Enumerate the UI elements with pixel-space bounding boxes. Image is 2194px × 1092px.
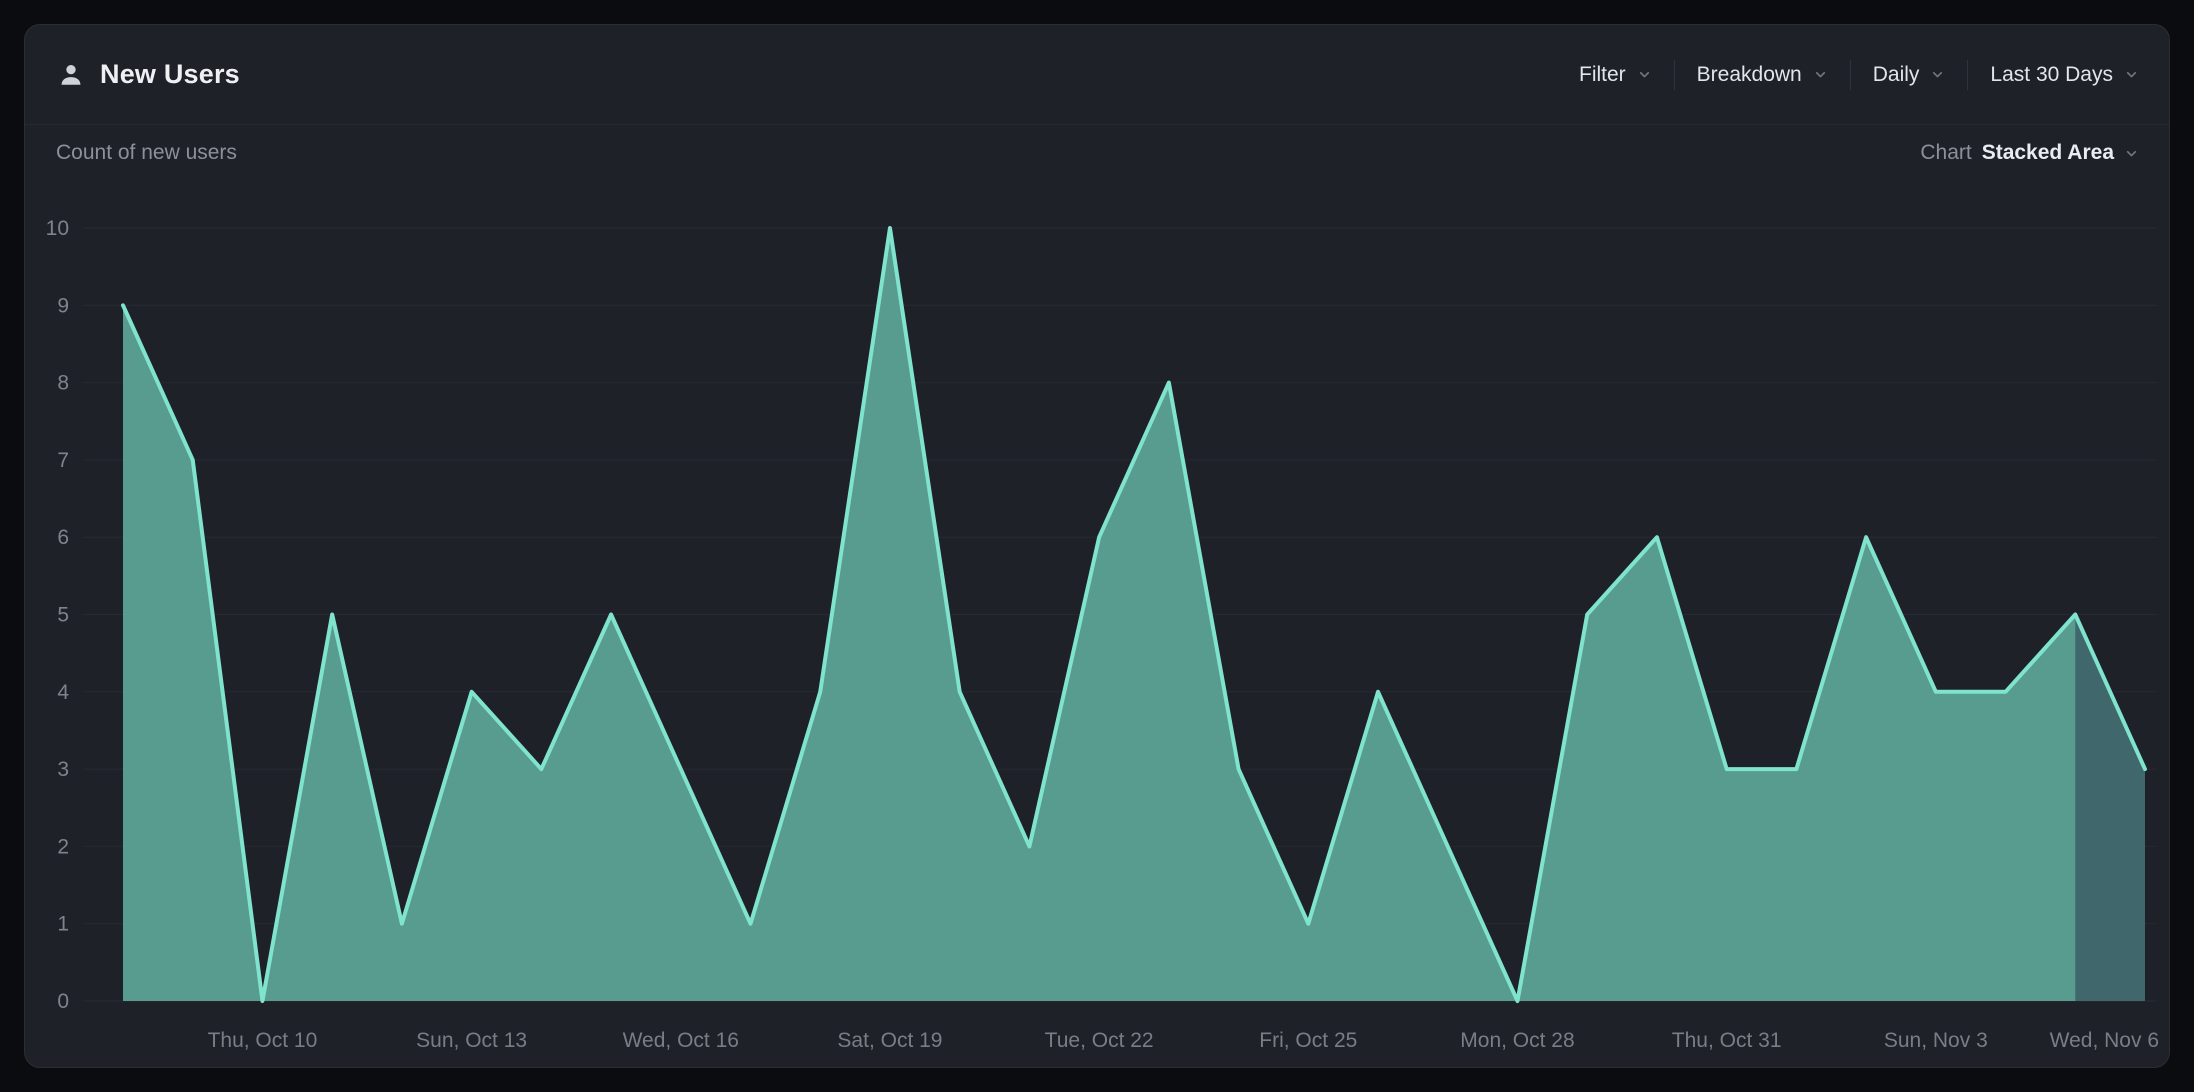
filter-label: Filter	[1579, 63, 1626, 87]
card-header: New Users Filter Breakdown Daily Last 30…	[25, 25, 2169, 125]
y-tick-label: 7	[57, 449, 69, 472]
chevron-down-icon	[1813, 67, 1828, 82]
x-tick-label: Wed, Nov 6	[2050, 1029, 2159, 1052]
chevron-down-icon	[2124, 146, 2139, 161]
y-tick-label: 0	[57, 990, 69, 1013]
x-tick-label: Wed, Oct 16	[623, 1029, 739, 1052]
y-tick-label: 1	[57, 913, 69, 936]
x-tick-label: Tue, Oct 22	[1045, 1029, 1154, 1052]
granularity-control[interactable]: Daily	[1851, 63, 1968, 87]
area-chart[interactable]: 0 1 2 3 4 5 6 7 8 9 10 Thu, Oct 10 Sun, Oct 13 Wed, O…	[25, 181, 2169, 1065]
new-users-card: New Users Filter Breakdown Daily Last 30…	[24, 24, 2170, 1068]
subheader: Count of new users Chart Stacked Area	[25, 125, 2169, 181]
x-tick-label: Fri, Oct 25	[1259, 1029, 1357, 1052]
x-tick-label: Sun, Oct 13	[416, 1029, 527, 1052]
y-tick-label: 9	[57, 294, 69, 317]
y-tick-label: 8	[57, 372, 69, 395]
breakdown-control[interactable]: Breakdown	[1675, 63, 1850, 87]
title-group: New Users	[57, 59, 240, 90]
date-range-control[interactable]: Last 30 Days	[1968, 63, 2139, 87]
y-tick-label: 6	[57, 526, 69, 549]
x-tick-label: Sat, Oct 19	[837, 1029, 942, 1052]
user-icon	[57, 61, 85, 89]
y-tick-label: 4	[57, 681, 69, 704]
x-tick-label: Mon, Oct 28	[1460, 1029, 1574, 1052]
highlight-area	[2075, 615, 2145, 1002]
chart-type-caption: Chart	[1920, 141, 1971, 165]
chevron-down-icon	[1930, 67, 1945, 82]
chart-type-select[interactable]: Chart Stacked Area	[1920, 141, 2139, 165]
x-tick-label: Thu, Oct 10	[208, 1029, 318, 1052]
y-tick-label: 5	[57, 604, 69, 627]
breakdown-label: Breakdown	[1697, 63, 1802, 87]
granularity-label: Daily	[1873, 63, 1920, 87]
chevron-down-icon	[2124, 67, 2139, 82]
header-controls: Filter Breakdown Daily Last 30 Days	[1557, 60, 2139, 90]
chevron-down-icon	[1637, 67, 1652, 82]
x-tick-label: Thu, Oct 31	[1672, 1029, 1782, 1052]
y-tick-label: 3	[57, 758, 69, 781]
filter-control[interactable]: Filter	[1557, 63, 1674, 87]
card-title: New Users	[100, 59, 240, 90]
y-tick-label: 2	[57, 835, 69, 858]
y-tick-label: 10	[46, 217, 69, 240]
x-tick-label: Sun, Nov 3	[1884, 1029, 1988, 1052]
metric-label: Count of new users	[56, 141, 237, 165]
chart-type-value: Stacked Area	[1982, 141, 2114, 165]
date-range-label: Last 30 Days	[1990, 63, 2113, 87]
